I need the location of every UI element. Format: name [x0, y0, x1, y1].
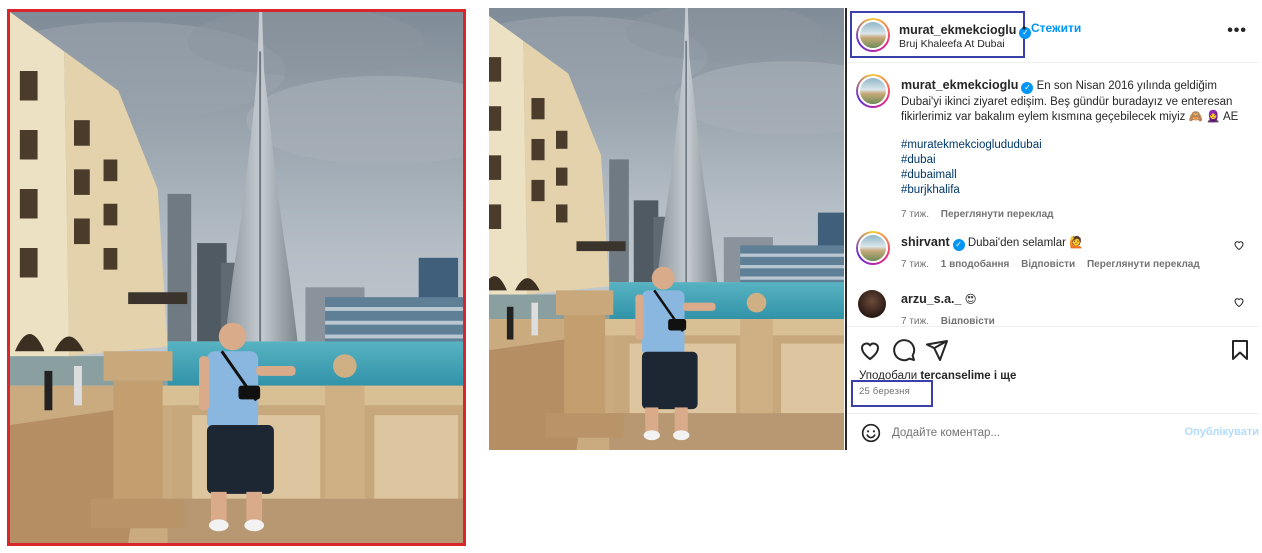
comment-text: Dubai'den selamlar 🙋: [967, 237, 1084, 249]
comment-input[interactable]: [892, 424, 1152, 442]
share-icon[interactable]: [925, 338, 949, 362]
timestamp[interactable]: 7 тиж.: [901, 316, 929, 325]
location-link[interactable]: Bruj Khaleefa At Dubai: [899, 38, 1005, 50]
reply-button[interactable]: Відповісти: [941, 316, 995, 325]
verified-icon: ✓: [952, 239, 965, 251]
hashtag-link[interactable]: #muratekmekcioglududubai: [901, 138, 1241, 153]
comments-list: murat_ekmekcioglu ✓ En son Nisan 2016 yıl…: [847, 64, 1259, 324]
standalone-photo: [7, 9, 466, 546]
avatar[interactable]: [856, 231, 890, 265]
hashtag-link[interactable]: #dubai: [901, 153, 1241, 168]
caption-username[interactable]: murat_ekmekcioglu: [901, 78, 1018, 92]
post-image[interactable]: [489, 8, 844, 450]
comment-meta: 7 тиж. Відповісти: [901, 314, 1241, 325]
caption-meta: 7 тиж. Переглянути переклад: [901, 207, 1241, 223]
timestamp[interactable]: 7 тиж.: [901, 209, 929, 220]
burj-khalifa-photo: [10, 12, 463, 543]
hashtag-link[interactable]: #dubaimall: [901, 168, 1241, 183]
post-date[interactable]: 25 березня: [859, 386, 910, 397]
comment-username[interactable]: arzu_s.a._: [901, 292, 961, 306]
hashtag-list: #muratekmekcioglududubai #dubai #dubaima…: [901, 138, 1241, 198]
heart-icon[interactable]: [1233, 296, 1245, 308]
translate-link[interactable]: Переглянути переклад: [1087, 259, 1200, 270]
hashtag-link[interactable]: #burjkhalifa: [901, 183, 1241, 198]
follow-button[interactable]: Стежити: [1031, 21, 1081, 35]
timestamp[interactable]: 7 тиж.: [901, 259, 929, 270]
heart-icon[interactable]: [1233, 239, 1245, 251]
publish-button[interactable]: Опублікувати: [1185, 426, 1259, 438]
comment-icon[interactable]: [892, 338, 916, 362]
comment-text: 😍: [964, 294, 977, 306]
separator: •: [1022, 21, 1027, 35]
likes-count[interactable]: 1 вподобання: [941, 259, 1010, 270]
likes-more[interactable]: і ще: [994, 370, 1017, 382]
bookmark-icon[interactable]: [1228, 338, 1252, 362]
add-comment-bar: Опублікувати: [847, 413, 1259, 450]
avatar[interactable]: [858, 290, 886, 318]
emoji-icon[interactable]: [861, 423, 881, 443]
author-username[interactable]: murat_ekmekcioglu: [899, 23, 1016, 37]
more-icon[interactable]: •••: [1227, 22, 1247, 40]
post-header: murat_ekmekcioglu ✓ • Стежити Bruj Khalee…: [847, 8, 1259, 63]
translate-link[interactable]: Переглянути переклад: [941, 209, 1054, 220]
reply-button[interactable]: Відповісти: [1021, 259, 1075, 270]
avatar[interactable]: [856, 74, 890, 108]
post-panel: murat_ekmekcioglu ✓ • Стежити Bruj Khalee…: [847, 8, 1259, 450]
avatar[interactable]: [856, 18, 890, 52]
post-photo: [489, 8, 844, 450]
comment-meta: 7 тиж. 1 вподобання Відповісти Перегляну…: [901, 257, 1241, 273]
action-bar: [847, 326, 1259, 374]
heart-icon[interactable]: [858, 338, 882, 362]
comment-username[interactable]: shirvant: [901, 235, 950, 249]
verified-icon: ✓: [1021, 82, 1034, 94]
